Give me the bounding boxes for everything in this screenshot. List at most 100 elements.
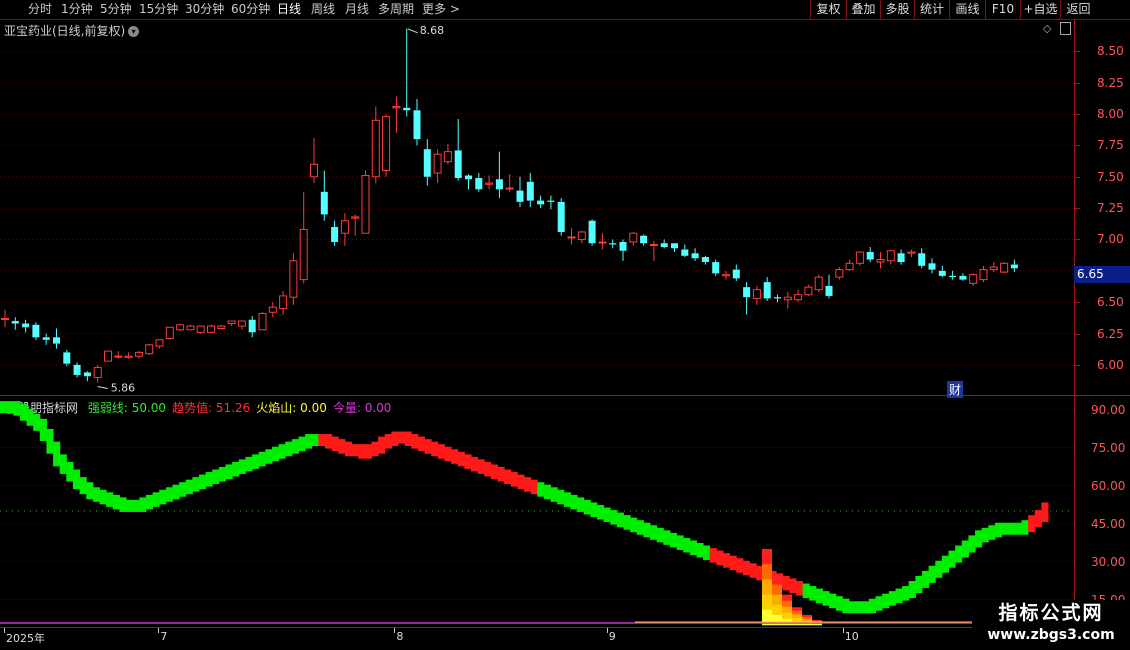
period-tab-6[interactable]: 日线: [277, 1, 301, 17]
trend-segment: [928, 565, 936, 583]
candle: [979, 265, 988, 283]
candle: [897, 249, 905, 265]
candle: [547, 195, 555, 210]
candle: [310, 137, 318, 184]
candle: [876, 252, 885, 269]
trend-segment: [212, 469, 220, 485]
trend-segment: [636, 520, 644, 535]
trend-segment: [1001, 522, 1009, 535]
trend-segment: [26, 408, 34, 426]
period-tab-5[interactable]: 60分钟: [231, 1, 270, 17]
trend-segment: [669, 532, 678, 548]
candle: [433, 149, 442, 184]
price-axis-label: 7.50: [1097, 169, 1124, 184]
candle: [640, 234, 648, 246]
toolbar-button-1[interactable]: 叠加: [846, 0, 880, 19]
trend-segment: [809, 586, 817, 601]
period-tab-2[interactable]: 5分钟: [100, 1, 132, 17]
trend-segment: [205, 472, 213, 487]
period-toolbar: 分时 1分钟 5分钟 15分钟 30分钟 60分钟 日线 周线 月线 多周期 更多 > 复权 叠加 多股统…: [0, 0, 1130, 20]
trend-segment: [79, 477, 87, 495]
trend-segment: [895, 588, 903, 604]
trend-segment: [590, 502, 598, 517]
candle: [485, 175, 494, 190]
trend-segment: [862, 601, 870, 614]
trend-segment: [437, 444, 445, 459]
trend-segment: [875, 596, 883, 611]
period-tab-10[interactable]: 更多 >: [422, 1, 460, 17]
price-axis-label: 7.75: [1097, 138, 1124, 153]
flame-bar: [762, 579, 772, 595]
candle: [124, 352, 133, 359]
trend-segment: [13, 401, 21, 416]
period-tab-3[interactable]: 15分钟: [139, 1, 178, 17]
toolbar-button-5[interactable]: F10: [985, 0, 1020, 19]
candle: [783, 292, 792, 309]
trend-segment: [961, 540, 969, 558]
flame-bar: [782, 600, 792, 608]
trend-segment: [444, 446, 452, 462]
trend-segment: [378, 436, 386, 454]
toolbar-button-7[interactable]: 返回: [1060, 0, 1096, 19]
flame-bar: [772, 574, 782, 585]
indicator-axis-label: 60.00: [1091, 478, 1126, 493]
date-tick: [842, 628, 844, 633]
trend-segment: [630, 517, 638, 533]
candle: [279, 290, 288, 315]
trend-segment: [1008, 522, 1016, 535]
candle: [712, 259, 720, 276]
flame-bar: [802, 618, 812, 622]
candle: [32, 322, 40, 340]
period-tab-9[interactable]: 多周期: [378, 1, 414, 17]
candle: [403, 28, 411, 117]
period-tab-1[interactable]: 1分钟: [61, 1, 93, 17]
toolbar-button-3[interactable]: 统计: [914, 0, 949, 19]
period-tab-7[interactable]: 周线: [311, 1, 335, 17]
trend-segment: [736, 558, 744, 573]
trend-segment: [298, 436, 306, 452]
candle: [331, 220, 339, 246]
trend-segment: [19, 403, 28, 421]
trend-segment: [265, 449, 273, 464]
trend-segment: [172, 484, 180, 500]
trend-segment: [729, 555, 737, 571]
candle: [886, 249, 895, 265]
trend-segment: [92, 487, 100, 502]
trend-segment: [397, 431, 406, 444]
flame-bar: [782, 612, 792, 620]
candle: [743, 282, 751, 315]
trend-segment: [404, 431, 412, 447]
trend-segment: [842, 598, 850, 614]
trend-segment: [868, 598, 877, 614]
trend-segment: [311, 434, 319, 447]
toolbar-button-0[interactable]: 复权: [810, 0, 846, 19]
trend-segment: [981, 527, 989, 543]
trend-segment: [935, 560, 943, 578]
finance-badge[interactable]: 财: [947, 381, 964, 398]
price-axis-label: 8.50: [1097, 44, 1124, 59]
candle: [588, 219, 596, 246]
trend-segment: [583, 499, 591, 515]
period-tab-4[interactable]: 30分钟: [185, 1, 224, 17]
trend-segment: [132, 499, 140, 512]
candle: [763, 277, 771, 301]
trend-segment: [543, 484, 552, 500]
trend-segment: [902, 586, 910, 601]
toolbar-button-2[interactable]: 多股: [880, 0, 914, 19]
trend-segment: [497, 467, 505, 482]
trend-segment: [53, 441, 61, 467]
flame-bar: [772, 604, 782, 616]
candle: [855, 251, 864, 266]
candle: [392, 96, 401, 133]
trend-segment: [106, 492, 114, 507]
trend-segment: [676, 535, 684, 550]
period-tab-0[interactable]: 分时: [28, 1, 52, 17]
trend-segment: [517, 474, 525, 490]
candle: [969, 273, 978, 286]
trend-segment: [271, 446, 280, 462]
toolbar-button-4[interactable]: 画线: [949, 0, 985, 19]
watermark-url: www.zbgs3.com: [987, 627, 1115, 643]
toolbar-button-6[interactable]: +自选: [1020, 0, 1060, 19]
period-tab-8[interactable]: 月线: [345, 1, 369, 17]
price-chart: 8.68 5.86: [0, 24, 1074, 394]
